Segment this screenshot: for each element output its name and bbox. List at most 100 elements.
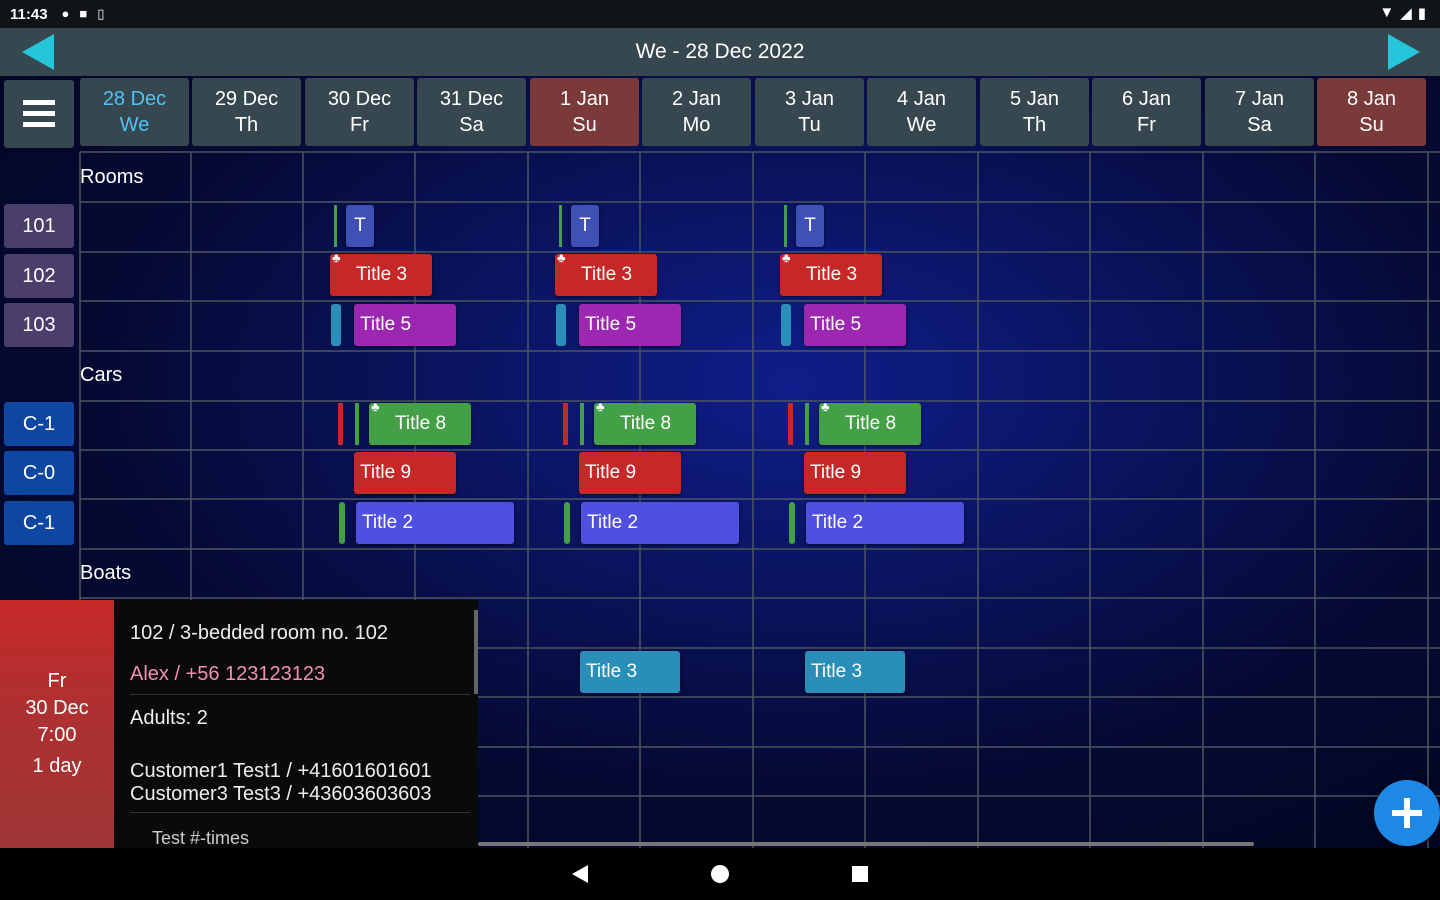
day-date: 30 Dec [327,88,392,110]
add-event-button[interactable] [1374,780,1440,846]
event-title-9[interactable]: Title 9 [579,452,681,494]
day-date: 31 Dec [439,88,504,110]
recents-icon[interactable] [849,863,871,885]
event-title-3-boat[interactable]: Title 3 [580,651,680,693]
event-title-9[interactable]: Title 9 [354,452,456,494]
event-marker[interactable] [338,403,343,445]
event-marker[interactable] [580,403,584,445]
event-title-3[interactable]: ♣ Title 3 [330,250,432,296]
day-of-week: Fr [1137,114,1156,136]
event-label: Title 8 [845,413,897,434]
event-title-2[interactable]: Title 2 [806,502,964,544]
row-label-c-0[interactable]: C-0 [4,451,74,495]
day-header-6-jan[interactable]: 6 Jan Fr [1092,78,1201,146]
popup-customer-1[interactable]: Customer1 Test1 / +41601601601 [130,760,470,783]
day-date: 5 Jan [1010,88,1059,110]
event-t[interactable]: T [571,205,599,247]
day-header-29-dec[interactable]: 29 Dec Th [192,78,301,146]
day-date: 29 Dec [214,88,279,110]
event-t[interactable]: T [346,205,374,247]
popup-date: 30 Dec [25,697,89,719]
day-of-week: Sa [1247,114,1272,136]
popup-room: 102 / 3-bedded room no. 102 [130,622,388,644]
current-date-title[interactable]: We - 28 Dec 2022 [636,40,805,64]
event-label: Title 8 [395,413,447,434]
event-title-3-boat[interactable]: Title 3 [805,651,905,693]
event-title-2[interactable]: Title 2 [581,502,739,544]
day-header-8-jan[interactable]: 8 Jan Su [1317,78,1426,146]
row-label-102[interactable]: 102 [4,254,74,298]
group-icon: ♣ [557,250,566,265]
event-marker[interactable] [784,205,787,247]
event-marker[interactable] [789,502,795,544]
event-marker[interactable] [331,304,341,346]
day-header-31-dec[interactable]: 31 Dec Sa [417,78,526,146]
day-header-4-jan[interactable]: 4 Jan We [867,78,976,146]
event-label: Title 8 [620,413,672,434]
event-title-8[interactable]: ♣ Title 8 [594,399,696,445]
day-date: 28 Dec [102,88,167,110]
event-title-5[interactable]: Title 5 [354,304,456,346]
date-header: We - 28 Dec 2022 [0,28,1440,76]
wifi-icon: ▼ [1379,4,1395,21]
row-label-103[interactable]: 103 [4,303,74,347]
event-detail-popup[interactable]: Fr 30 Dec 7:00 1 day 102 / 3-bedded room… [0,600,478,848]
group-icon: ♣ [782,250,791,265]
event-marker[interactable] [781,304,791,346]
event-marker[interactable] [556,304,566,346]
row-label-c-1[interactable]: C-1 [4,402,74,446]
event-title-3[interactable]: ♣ Title 3 [555,250,657,296]
event-title-3[interactable]: ♣ Title 3 [780,250,882,296]
event-title-2[interactable]: Title 2 [356,502,514,544]
day-header-30-dec[interactable]: 30 Dec Fr [305,78,414,146]
group-label-rooms: Rooms [80,166,144,188]
event-title-5[interactable]: Title 5 [804,304,906,346]
day-date: 1 Jan [560,88,609,110]
event-title-5[interactable]: Title 5 [579,304,681,346]
event-t[interactable]: T [796,205,824,247]
row-label-c-1-second[interactable]: C-1 [4,501,74,545]
popup-contact[interactable]: Alex / +56 123123123 [130,663,470,695]
day-of-week: Su [1359,114,1384,136]
group-label-cars: Cars [80,364,123,386]
menu-button[interactable] [4,80,74,148]
previous-arrow-icon[interactable] [18,32,62,72]
sd-card-icon: ■ [79,6,88,21]
day-header-3-jan[interactable]: 3 Jan Tu [755,78,864,146]
home-icon[interactable] [709,863,731,885]
group-icon: ♣ [821,399,830,414]
day-header-5-jan[interactable]: 5 Jan Th [980,78,1089,146]
day-date: 6 Jan [1122,88,1171,110]
day-of-week: We [119,114,150,136]
signal-icon: ◢ [1400,5,1412,22]
popup-duration: 1 day [32,755,82,777]
event-marker[interactable] [788,403,793,445]
event-label: Title 3 [581,264,633,285]
horizontal-scrollbar[interactable] [478,842,1254,846]
storage-icon: ▯ [97,6,105,21]
event-marker[interactable] [334,205,337,247]
event-title-8[interactable]: ♣ Title 8 [819,399,921,445]
day-header-7-jan[interactable]: 7 Jan Sa [1205,78,1314,146]
day-of-week: Su [572,114,597,136]
row-label-101[interactable]: 101 [4,204,74,248]
menu-icon [23,100,55,127]
next-arrow-icon[interactable] [1380,32,1424,72]
event-marker[interactable] [339,502,345,544]
event-marker[interactable] [563,403,568,445]
event-title-9[interactable]: Title 9 [804,452,906,494]
event-marker[interactable] [559,205,562,247]
popup-customer-3[interactable]: Customer3 Test3 / +43603603603 [130,783,470,813]
back-icon[interactable] [569,863,591,885]
day-header-28-dec[interactable]: 28 Dec We [80,78,189,146]
day-of-week: Th [234,114,259,136]
event-title-8[interactable]: ♣ Title 8 [369,399,471,445]
day-header-2-jan[interactable]: 2 Jan Mo [642,78,751,146]
day-header-1-jan[interactable]: 1 Jan Su [530,78,639,146]
day-of-week: Mo [682,114,711,136]
day-date: 2 Jan [672,88,721,110]
event-marker[interactable] [564,502,570,544]
popup-scrollbar[interactable] [474,610,478,694]
event-marker[interactable] [355,403,359,445]
event-marker[interactable] [805,403,809,445]
